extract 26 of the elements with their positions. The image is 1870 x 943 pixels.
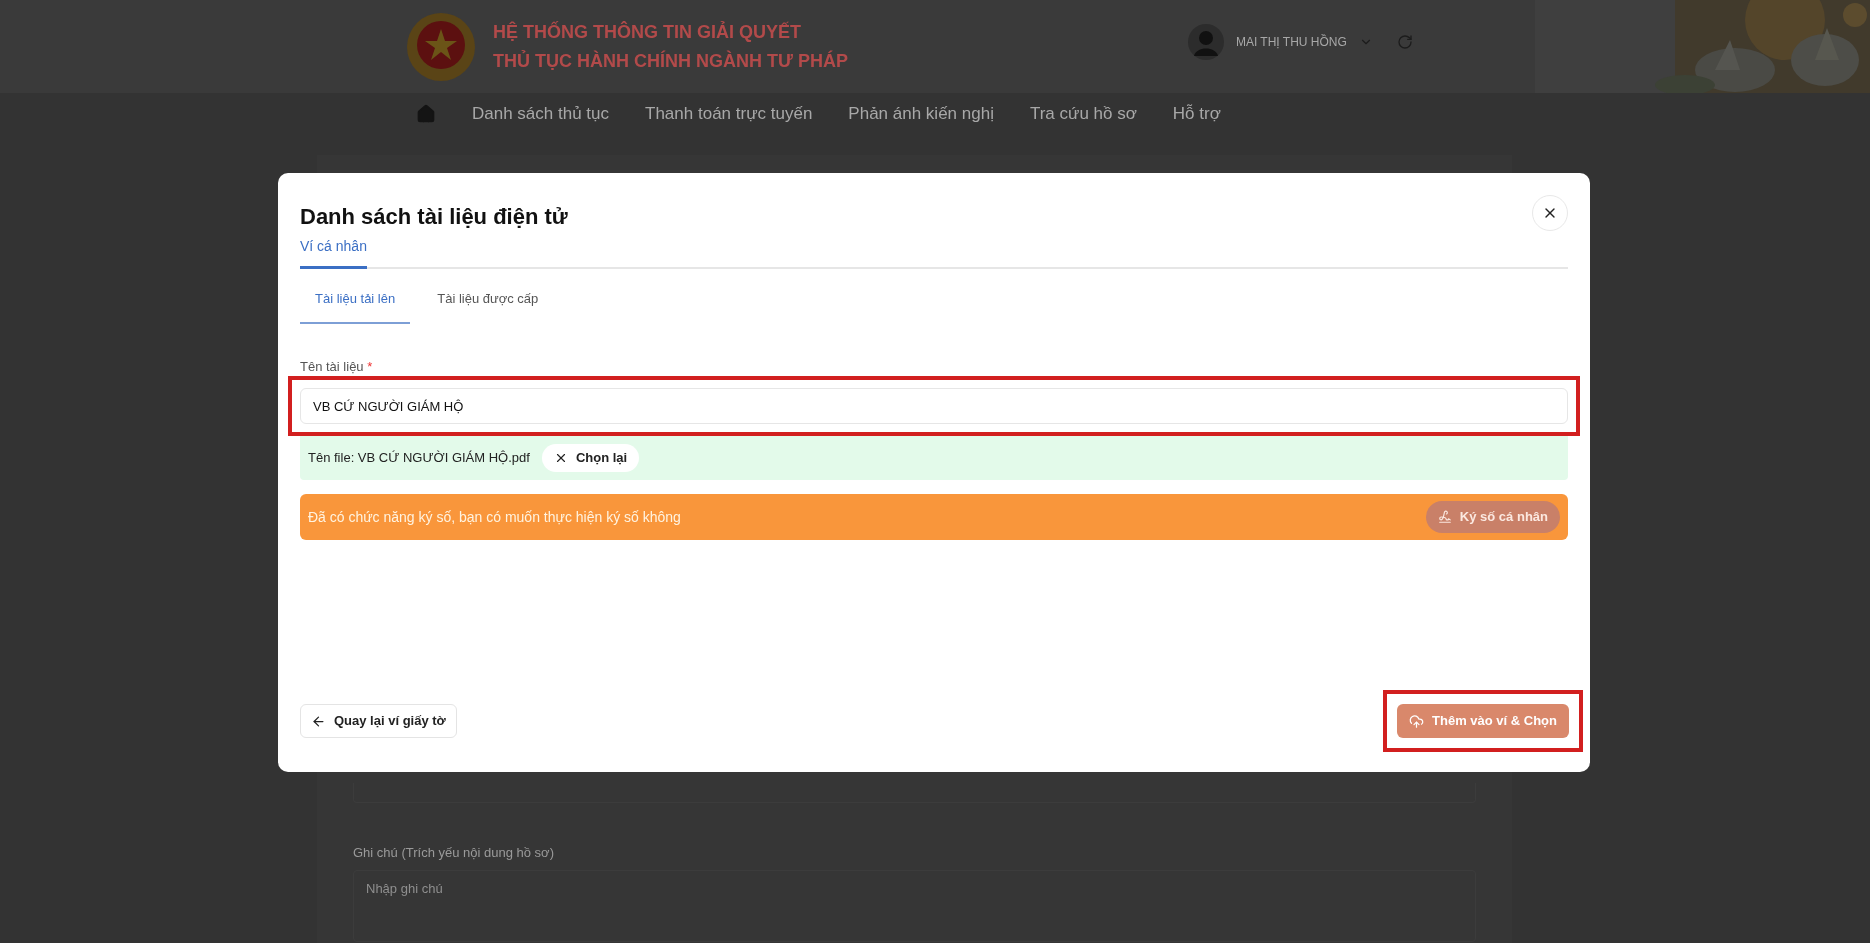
- field-label: Tên tài liệu *: [300, 357, 374, 376]
- signature-icon: [1437, 510, 1452, 524]
- site-title: HỆ THỐNG THÔNG TIN GIẢI QUYẾT: [493, 20, 802, 44]
- cloud-upload-icon: [1409, 713, 1425, 729]
- reselect-button[interactable]: Chọn lại: [541, 444, 640, 472]
- notes-field[interactable]: Nhập ghi chú: [353, 870, 1476, 942]
- site-title: THỦ TỤC HÀNH CHÍNH NGÀNH TƯ PHÁP: [493, 49, 848, 73]
- dialog-title: Danh sách tài liệu điện tử: [300, 203, 568, 231]
- home-icon[interactable]: [416, 104, 436, 124]
- nav-link[interactable]: Danh sách thủ tục: [472, 101, 610, 127]
- nav-link[interactable]: Tra cứu hồ sơ: [1029, 101, 1137, 127]
- tab[interactable]: Ví cá nhân: [300, 236, 367, 269]
- add-button[interactable]: Thêm vào ví & Chọn: [1397, 704, 1569, 738]
- input-field[interactable]: VB CỨ NGƯỜI GIÁM HỘ: [300, 388, 1568, 424]
- nav-link[interactable]: Phản ánh kiến nghị: [848, 101, 994, 127]
- avatar-icon: [1187, 24, 1224, 60]
- field-label: Ghi chú (Trích yếu nội dung hồ sơ): [353, 843, 555, 862]
- banner-text: Đã có chức năng ký số, bạn có muốn thực hiện ký số không: [308, 507, 681, 527]
- user-name[interactable]: MAI THỊ THU HỒNG: [1235, 33, 1347, 51]
- tab[interactable]: Tài liệu được cấp: [422, 289, 554, 324]
- file-name: Tên file: VB CỨ NGƯỜI GIÁM HỘ.pdf: [308, 449, 530, 468]
- tab[interactable]: Tài liệu tải lên: [300, 289, 411, 324]
- nav-link[interactable]: Thanh toán trực tuyến: [645, 101, 813, 127]
- nav-link[interactable]: Hỗ trợ: [1172, 101, 1221, 127]
- back-button[interactable]: Quay lại ví giấy tờ: [300, 704, 457, 738]
- refresh-icon[interactable]: [1396, 34, 1413, 50]
